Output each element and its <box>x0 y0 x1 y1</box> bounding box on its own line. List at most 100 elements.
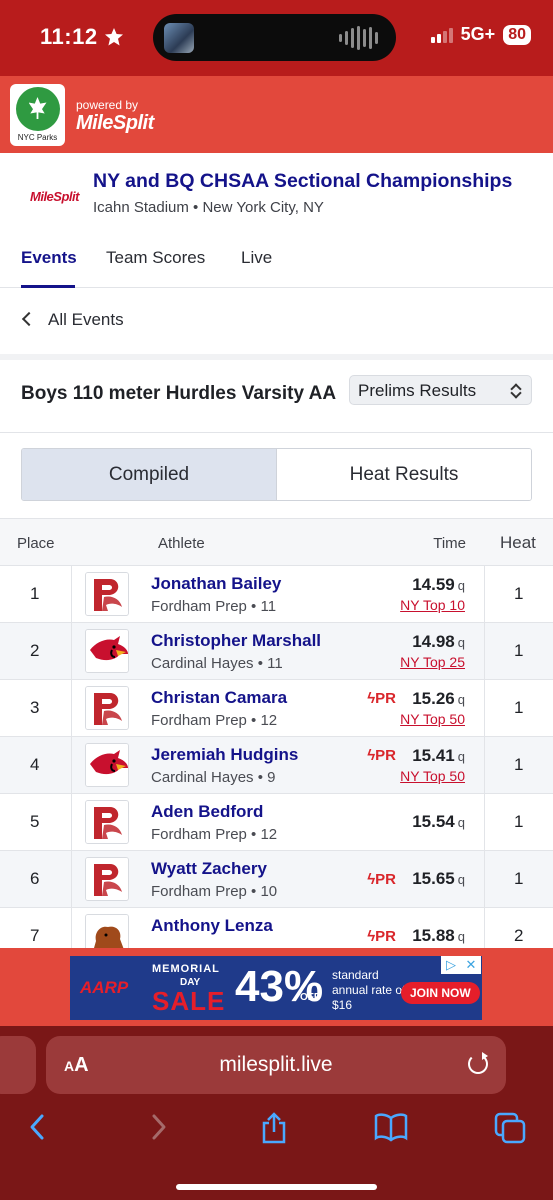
bookmarks-icon[interactable] <box>374 1112 408 1142</box>
dynamic-island[interactable] <box>153 14 396 61</box>
ad-info-icon[interactable]: ▷ <box>441 956 461 974</box>
athlete-name-link[interactable]: Christan Camara <box>151 688 287 708</box>
table-row[interactable]: 2 Christopher Marshall Cardinal Hayes • 11… <box>0 623 553 680</box>
team-logo[interactable] <box>85 857 129 901</box>
state-rank-link[interactable]: NY Top 10 <box>400 597 465 613</box>
column-divider <box>71 851 72 907</box>
athlete-name-link[interactable]: Jonathan Bailey <box>151 574 281 594</box>
state-rank-link[interactable]: NY Top 25 <box>400 654 465 670</box>
table-row[interactable]: 5 Aden Bedford Fordham Prep • 12 15.54 q 1 <box>0 794 553 851</box>
state-rank-link[interactable]: NY Top 50 <box>400 768 465 784</box>
ad-band: AARP MEMORIAL DAY SALE 43% OFF standard … <box>0 948 553 1026</box>
heat-value: 1 <box>514 698 524 717</box>
tabs-icon[interactable] <box>494 1112 526 1144</box>
round-select-value: Prelims Results <box>358 381 477 400</box>
brand-bar: NYC Parks powered by MileSplit <box>0 76 553 153</box>
tab-events[interactable]: Events <box>21 248 77 268</box>
compiled-button[interactable]: Compiled <box>22 449 277 500</box>
aarp-logo: AARP <box>80 978 129 997</box>
athlete-name-link[interactable]: Anthony Lenza <box>151 916 273 936</box>
place-value: 3 <box>30 698 40 717</box>
heat-value: 1 <box>514 584 524 603</box>
athlete-name-link[interactable]: Christopher Marshall <box>151 631 321 651</box>
meet-location: Icahn Stadium • New York City, NY <box>93 199 324 216</box>
time-cell: 15.26 q NY Top 50 <box>400 689 465 727</box>
table-row[interactable]: 7 Anthony Lenza ϟPR 15.88 q 2 <box>0 908 553 948</box>
qualifier: q <box>457 692 465 707</box>
network-type: 5G+ <box>460 24 496 44</box>
header-athlete: Athlete <box>158 535 205 552</box>
school-grade: Cardinal Hayes • 11 <box>151 655 283 672</box>
meet-header: MileSplit NY and BQ CHSAA Sectional Cham… <box>0 153 553 233</box>
ad-percent: 43% <box>235 962 324 1011</box>
tab-team-scores[interactable]: Team Scores <box>106 248 205 268</box>
column-divider <box>71 566 72 622</box>
milesplit-logo: MileSplit <box>76 112 154 134</box>
powered-by-label: powered by <box>76 98 139 112</box>
ad-choices-icon[interactable]: ▷ ✕ <box>441 956 481 974</box>
table-row[interactable]: 1 Jonathan Bailey Fordham Prep • 11 14.59 q N… <box>0 566 553 623</box>
address-bar[interactable]: AA milesplit.live <box>46 1036 506 1094</box>
team-logo[interactable] <box>85 572 129 616</box>
school-grade: Fordham Prep • 11 <box>151 598 277 615</box>
table-row[interactable]: 4 Jeremiah Hudgins Cardinal Hayes • 9 ϟPR 15… <box>0 737 553 794</box>
time-cell: 14.98 q NY Top 25 <box>400 632 465 670</box>
pr-label: PR <box>375 690 396 707</box>
column-divider <box>484 680 485 736</box>
athlete-name-link[interactable]: Wyatt Zachery <box>151 859 267 879</box>
nyc-parks-logo[interactable]: NYC Parks <box>10 84 65 146</box>
chevron-left-icon <box>21 311 37 327</box>
round-select[interactable]: Prelims Results <box>349 375 532 405</box>
pr-badge: ϟPR <box>367 871 396 888</box>
maple-leaf-icon <box>15 87 60 131</box>
ad-join-button[interactable]: JOIN NOW <box>401 982 480 1004</box>
qualifier: q <box>457 749 465 764</box>
mark-value: 14.98 <box>412 632 455 651</box>
qualifier: q <box>457 578 465 593</box>
all-events-link[interactable]: All Events <box>0 288 553 354</box>
heat-results-button[interactable]: Heat Results <box>277 449 531 500</box>
pr-badge: ϟPR <box>367 928 396 945</box>
athlete-name-link[interactable]: Jeremiah Hudgins <box>151 745 298 765</box>
forward-icon[interactable] <box>146 1112 170 1142</box>
athlete-name-link[interactable]: Aden Bedford <box>151 802 263 822</box>
mark-value: 15.54 <box>412 812 455 831</box>
pr-label: PR <box>375 928 396 945</box>
back-icon[interactable] <box>26 1112 50 1142</box>
team-logo[interactable] <box>85 686 129 730</box>
team-logo[interactable] <box>85 914 129 948</box>
tab-live[interactable]: Live <box>241 248 272 268</box>
team-logo[interactable] <box>85 743 129 787</box>
column-divider <box>71 794 72 850</box>
header-heat: Heat <box>500 533 536 552</box>
column-divider <box>71 680 72 736</box>
qualifier: q <box>457 635 465 650</box>
divider <box>0 432 553 433</box>
nyc-parks-label: NYC Parks <box>17 133 58 142</box>
column-divider <box>484 737 485 793</box>
state-rank-link[interactable]: NY Top 50 <box>400 711 465 727</box>
status-bar: 11:12 5G+ 80 <box>0 0 553 76</box>
heat-value: 2 <box>514 926 524 945</box>
time-cell: 15.54 q <box>412 812 465 832</box>
table-row[interactable]: 6 Wyatt Zachery Fordham Prep • 10 ϟPR 15.65 q… <box>0 851 553 908</box>
chevron-updown-icon <box>510 383 522 399</box>
heat-value: 1 <box>514 869 524 888</box>
previous-tab-preview[interactable] <box>0 1036 36 1094</box>
ad-close-icon[interactable]: ✕ <box>461 956 481 974</box>
battery-icon: 80 <box>503 24 531 45</box>
place-value: 4 <box>30 755 40 774</box>
mark-value: 15.65 <box>412 869 455 888</box>
table-row[interactable]: 3 Christan Camara Fordham Prep • 12 ϟPR 15.2… <box>0 680 553 737</box>
milesplit-small-logo: MileSplit <box>30 189 79 204</box>
share-icon[interactable] <box>259 1112 289 1144</box>
powered-by-milesplit[interactable]: powered by MileSplit <box>76 98 154 134</box>
reload-icon[interactable] <box>468 1052 488 1074</box>
team-logo[interactable] <box>85 629 129 673</box>
aarp-banner-ad[interactable]: AARP MEMORIAL DAY SALE 43% OFF standard … <box>70 956 482 1020</box>
team-logo[interactable] <box>85 800 129 844</box>
ad-memorial-text: MEMORIAL <box>152 963 220 975</box>
mark-value: 14.59 <box>412 575 455 594</box>
qualifier: q <box>457 929 465 944</box>
ad-copy: standard annual rate of $16 <box>332 968 406 1012</box>
